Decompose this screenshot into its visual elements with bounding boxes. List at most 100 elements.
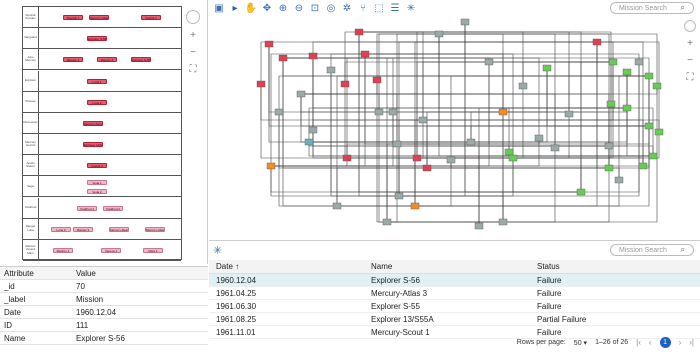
timeline-event[interactable]: Voskhod 2 [103,205,123,211]
graph-node[interactable] [340,80,350,88]
timeline-event[interactable]: Explorer S-56 [87,36,107,42]
graph-node[interactable] [460,18,470,26]
graph-node[interactable] [622,104,632,112]
timeline-event[interactable]: Venera 1 [101,247,121,253]
graph-search-input[interactable]: Mission Search ⌕ [610,2,694,14]
graph-node[interactable] [614,176,624,184]
next-page-icon[interactable]: › [679,338,682,347]
graph-node[interactable] [308,52,318,60]
name-column-header[interactable]: Name [367,262,533,271]
branch-icon[interactable]: ⑂ [357,2,369,14]
zoom-in-icon[interactable]: + [190,30,196,41]
first-page-icon[interactable]: |‹ [636,338,641,347]
graph-node[interactable] [564,110,574,118]
move-icon[interactable]: ✥ [261,2,273,14]
graph-node[interactable] [498,218,508,226]
table-row[interactable]: 1960.12.04 Explorer S-56 Failure [209,274,700,287]
zoom-out-icon[interactable]: − [190,47,196,58]
graph-node[interactable] [498,108,508,116]
timeline-event[interactable]: Sputnik 1 [63,15,83,21]
graph-node[interactable] [422,164,432,172]
graph-node[interactable] [412,154,422,162]
graph-node[interactable] [256,80,266,88]
graph-node[interactable] [592,38,602,46]
graph-node[interactable] [266,162,276,170]
graph-node[interactable] [434,30,444,38]
graph-node[interactable] [332,202,342,210]
timeline-event[interactable]: Ranger 2 [97,57,117,63]
table-row[interactable]: 1961.08.25 Explorer 13/S55A Partial Failur… [209,313,700,326]
graph-node[interactable] [342,154,352,162]
graph-node[interactable] [446,156,456,164]
graph-node[interactable] [606,100,616,108]
zoom-fit-icon[interactable]: ⊡ [309,2,321,14]
current-page[interactable]: 1 [659,337,671,348]
graph-node[interactable] [622,68,632,76]
graph-node[interactable] [394,192,404,200]
pan-pad[interactable] [186,10,200,24]
graph-node[interactable] [274,108,284,116]
graph-node[interactable] [542,64,552,72]
timeline-event[interactable]: Luna 1 [87,78,107,84]
graph-node[interactable] [608,58,618,66]
graph-node[interactable] [504,148,514,156]
date-column-header[interactable]: Date ↑ [209,262,367,271]
timeline-event[interactable]: Mercury-Atlas 3 [89,15,109,21]
timeline-event[interactable]: Mars 1 [143,247,163,253]
rows-per-page-select[interactable]: 50 ▾ [574,339,587,347]
timeline-event[interactable]: Vega 2 [87,189,107,195]
graph-node[interactable] [360,50,370,58]
graph-node[interactable] [652,82,662,90]
fit-icon[interactable]: ⛶ [190,64,197,75]
graph-node[interactable] [644,122,654,130]
graph-node[interactable] [372,76,382,84]
timeline-event[interactable]: Mariner 1 [53,247,73,253]
graph-node[interactable] [388,108,398,116]
graph-node[interactable] [638,162,648,170]
graph-node[interactable] [648,152,658,160]
network-graph[interactable] [209,16,679,238]
graph-node[interactable] [576,188,586,196]
hand-icon[interactable]: ✋ [245,2,257,14]
timeline-event[interactable]: Ranger 1 [63,57,83,63]
graph-node[interactable] [410,202,420,210]
graph-node[interactable] [304,138,314,146]
timeline-event[interactable]: Ranger 3 [73,226,93,232]
graph-node[interactable] [604,142,614,150]
graph-node[interactable] [382,218,392,226]
graph-node[interactable] [354,28,364,36]
pointer-icon[interactable]: ▸ [229,2,241,14]
graph-node[interactable] [326,66,336,74]
list-icon[interactable]: ☰ [389,2,401,14]
graph-node[interactable] [466,138,476,146]
zoom-out-icon[interactable]: ⊖ [293,2,305,14]
fit-icon[interactable]: ⛶ [687,72,694,83]
graph-node[interactable] [508,154,518,162]
graph-node[interactable] [278,54,288,62]
timeline-event[interactable]: Mercury-Scout 1 [83,120,103,126]
graph-node[interactable] [534,134,544,142]
table-row[interactable]: 1961.06.30 Explorer S-55 Failure [209,300,700,313]
graph-node[interactable] [308,126,318,134]
table-search-input[interactable]: Mission Search ⌕ [610,244,694,256]
timeline-event[interactable]: Vostok 3 [87,163,107,169]
marquee-icon[interactable]: ⬚ [373,2,385,14]
graph-node[interactable] [374,108,384,116]
graph-node[interactable] [474,222,484,230]
sparkle-icon[interactable]: ✳ [405,2,417,14]
timeline-event[interactable]: Vostok 1 [141,15,161,21]
graph-node[interactable] [484,58,494,66]
graph-node[interactable] [654,128,664,136]
timeline-event[interactable]: Luna 2 [87,99,107,105]
graph-node[interactable] [418,116,428,124]
graph-node[interactable] [392,140,402,148]
timeline-event[interactable]: Explorer 13/S55A [83,142,103,148]
graph-node[interactable] [264,40,274,48]
zoom-in-icon[interactable]: ⊕ [277,2,289,14]
last-page-icon[interactable]: ›| [689,338,694,347]
graph-node[interactable] [604,164,614,172]
snowflake-icon[interactable]: ✳ [213,244,222,257]
snowflake-icon[interactable]: ✲ [341,2,353,14]
timeline-event[interactable]: Mercury-Redstone 1 [109,226,129,232]
graph-node[interactable] [518,82,528,90]
